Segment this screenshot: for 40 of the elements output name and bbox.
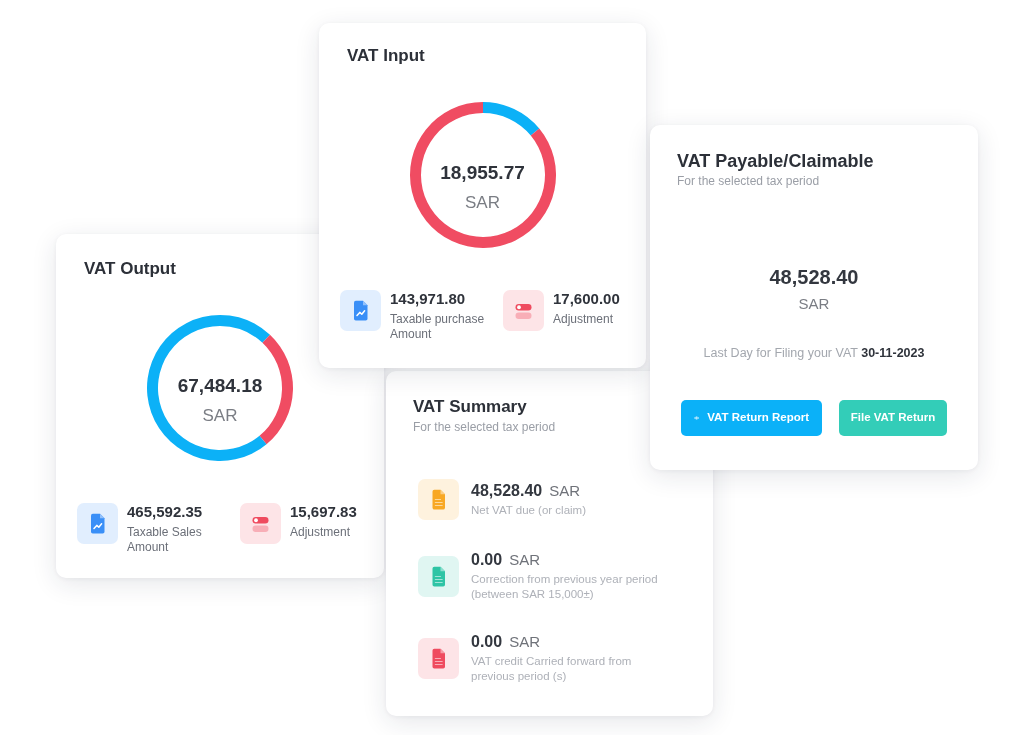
- vat-amount: 48,528.40: [769, 265, 859, 289]
- card-title: VAT Summary: [413, 397, 527, 417]
- summary-amount: 0.00: [471, 632, 503, 651]
- eye-icon: [694, 414, 700, 422]
- currency-label: SAR: [798, 295, 830, 313]
- currency-label: SAR: [465, 193, 500, 213]
- document-icon: [418, 637, 459, 679]
- card-subtitle: For the selected tax period: [677, 173, 820, 189]
- summary-amount: 0.00: [471, 550, 503, 569]
- toggle-icon: [240, 503, 281, 544]
- document-chart-icon: [77, 503, 118, 544]
- summary-description: Correction from previous year period (between SAR 15,000±): [471, 572, 659, 602]
- document-chart-icon: [340, 290, 381, 331]
- stat-label: Adjustment: [553, 312, 614, 327]
- stat-label: Taxable Sales Amount: [127, 525, 203, 555]
- currency-label: SAR: [509, 633, 540, 651]
- stat-value: 15,697.83: [290, 503, 357, 521]
- file-vat-return-button[interactable]: File VAT Return: [839, 400, 947, 436]
- toggle-icon: [503, 290, 544, 331]
- donut-total: 18,955.77: [440, 162, 525, 184]
- card-title: VAT Input: [347, 46, 425, 66]
- currency-label: SAR: [549, 482, 581, 500]
- deadline-text: Last Day for Filing your VAT 30-11-2023: [703, 345, 925, 361]
- stat-value: 465,592.35: [127, 503, 203, 521]
- document-icon: [418, 555, 459, 597]
- summary-description: Net VAT due (or claim): [471, 503, 587, 518]
- card-title: VAT Payable/Claimable: [677, 151, 874, 171]
- currency-label: SAR: [509, 551, 540, 569]
- donut-total: 67,484.18: [177, 375, 263, 397]
- summary-description: VAT credit Carried forward from previous period (s): [471, 654, 633, 684]
- card-subtitle: For the selected tax period: [413, 419, 556, 435]
- stat-label: Taxable purchase Amount: [390, 312, 486, 342]
- card-title: VAT Output: [84, 259, 176, 279]
- stat-label: Adjustment: [290, 525, 351, 540]
- document-icon: [418, 479, 459, 520]
- summary-amount: 48,528.40: [471, 481, 543, 500]
- currency-label: SAR: [202, 406, 238, 426]
- stat-value: 143,971.80: [390, 290, 466, 308]
- vat-return-report-button[interactable]: VAT Return Report: [681, 400, 822, 436]
- stat-value: 17,600.00: [553, 290, 620, 308]
